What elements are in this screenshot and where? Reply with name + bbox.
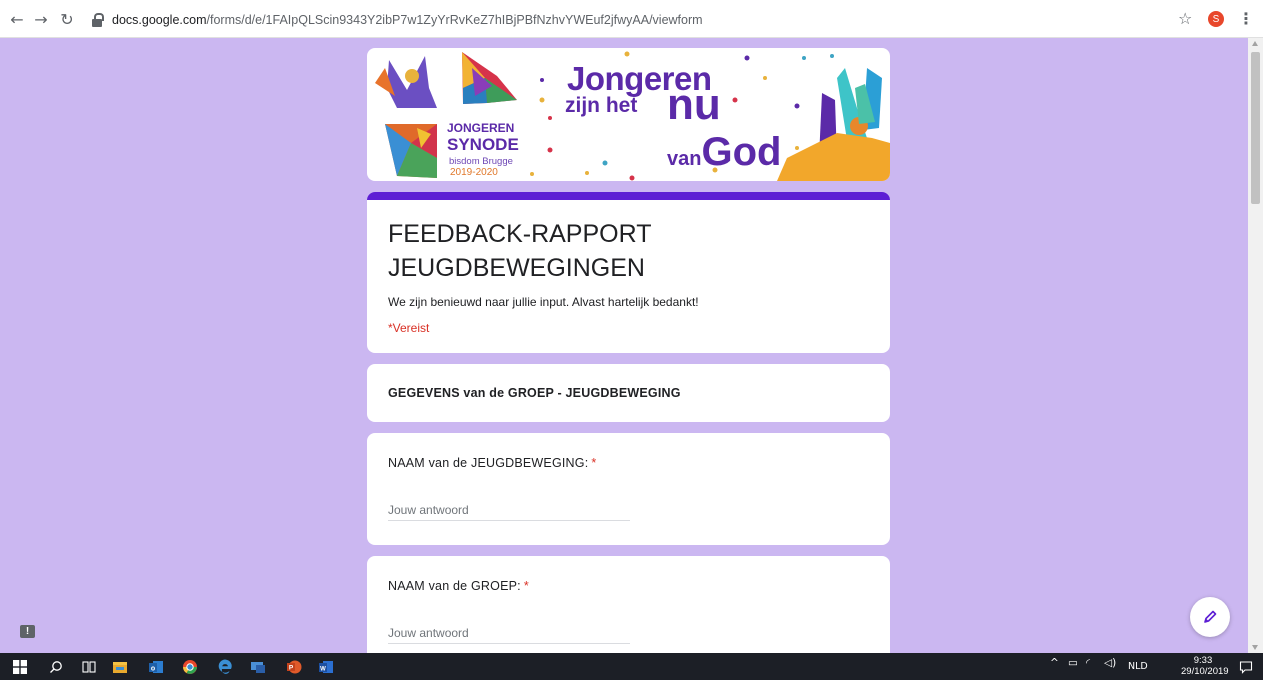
svg-text:W: W (320, 666, 326, 672)
address-bar[interactable]: docs.google.com/forms/d/e/1FAIpQLScin934… (92, 8, 1200, 32)
file-explorer-icon[interactable] (110, 657, 130, 676)
volume-icon[interactable]: ◁) (1104, 657, 1116, 669)
question-label: NAAM van de JEUGDBEWEGING: * (388, 456, 596, 470)
back-arrow-icon[interactable]: ← (6, 8, 28, 30)
outlook-icon[interactable]: o (146, 657, 166, 676)
star-icon[interactable]: ☆ (1178, 9, 1192, 28)
svg-text:P: P (289, 664, 294, 671)
kebab-menu-icon[interactable]: ⋮ (1238, 9, 1254, 28)
chrome-icon[interactable] (180, 657, 200, 676)
svg-text:o: o (151, 665, 155, 672)
question-label: NAAM van de GROEP: * (388, 579, 529, 593)
synode-label-line1: JONGEREN (447, 121, 515, 135)
required-asterisk: * (591, 456, 597, 470)
banner-subline: zijn het (565, 94, 638, 117)
question-label-text: NAAM van de GROEP: (388, 579, 521, 593)
language-indicator[interactable]: NLD (1128, 661, 1148, 672)
section-header-card: GEGEVENS van de GROEP - JEUGDBEWEGING (367, 364, 890, 422)
scroll-down-arrow-icon[interactable] (1252, 645, 1258, 650)
form-description: We zijn benieuwd naar jullie input. Alva… (388, 295, 699, 309)
reload-icon[interactable]: ↻ (56, 8, 78, 30)
powerpoint-icon[interactable]: P (284, 657, 304, 676)
question-card-groep: NAAM van de GROEP: * (367, 556, 890, 653)
notification-center-icon[interactable] (1236, 657, 1256, 676)
windows-taskbar: o P W ^ ▭ ◜ ◁) NLD 9:33 29/10/2019 (0, 653, 1263, 680)
clock-date: 29/10/2019 (1181, 666, 1229, 677)
edge-icon[interactable] (215, 657, 235, 676)
form-title-card: FEEDBACK-RAPPORT JEUGDBEWEGINGEN We zijn… (367, 192, 890, 353)
lock-icon (92, 13, 104, 27)
system-clock[interactable]: 9:33 29/10/2019 (1181, 655, 1229, 677)
question-label-text: NAAM van de JEUGDBEWEGING: (388, 456, 589, 470)
feedback-icon[interactable]: ! (20, 625, 35, 638)
clock-time: 9:33 (1193, 655, 1213, 666)
tray-chevron-up-icon[interactable]: ^ (1050, 657, 1059, 669)
answer-input-groep[interactable] (388, 622, 630, 644)
battery-icon[interactable]: ▭ (1068, 657, 1078, 669)
forward-arrow-icon[interactable]: → (30, 8, 52, 30)
banner-van: van (667, 148, 702, 170)
banner-nu: nu (667, 80, 721, 129)
synode-label-line2: SYNODE (447, 135, 519, 154)
banner-van-god: vanGod (667, 130, 781, 175)
remote-desktop-icon[interactable] (248, 657, 268, 676)
pencil-icon (1204, 610, 1217, 623)
answer-input-jeugdbeweging[interactable] (388, 499, 630, 521)
required-asterisk: * (523, 579, 529, 593)
url-text: docs.google.com/forms/d/e/1FAIpQLScin934… (112, 13, 703, 27)
scroll-up-arrow-icon[interactable] (1252, 41, 1258, 46)
required-note: *Vereist (388, 321, 430, 335)
form-header-banner: Jongeren zijn het nu vanGod JONGEREN SYN… (367, 48, 890, 181)
browser-toolbar: ← → ↻ docs.google.com/forms/d/e/1FAIpQLS… (0, 0, 1263, 38)
title-accent-bar (367, 192, 890, 200)
section-title: GEGEVENS van de GROEP - JEUGDBEWEGING (388, 386, 681, 400)
page-viewport: Jongeren zijn het nu vanGod JONGEREN SYN… (0, 38, 1248, 653)
word-icon[interactable]: W (316, 657, 336, 676)
profile-avatar[interactable]: S (1208, 11, 1224, 27)
scroll-thumb[interactable] (1251, 52, 1260, 204)
page-scrollbar[interactable] (1248, 38, 1263, 653)
form-title: FEEDBACK-RAPPORT JEUGDBEWEGINGEN (388, 220, 652, 282)
wifi-icon[interactable]: ◜ (1086, 657, 1090, 669)
windows-start-icon[interactable] (10, 657, 30, 676)
question-card-jeugdbeweging: NAAM van de JEUGDBEWEGING: * (367, 433, 890, 545)
search-icon[interactable] (46, 657, 66, 676)
synode-label-line4: 2019-2020 (450, 167, 498, 178)
task-view-icon[interactable] (80, 657, 100, 676)
synode-label-line3: bisdom Brugge (449, 156, 513, 167)
banner-god: God (701, 130, 782, 174)
edit-button[interactable] (1190, 597, 1230, 637)
